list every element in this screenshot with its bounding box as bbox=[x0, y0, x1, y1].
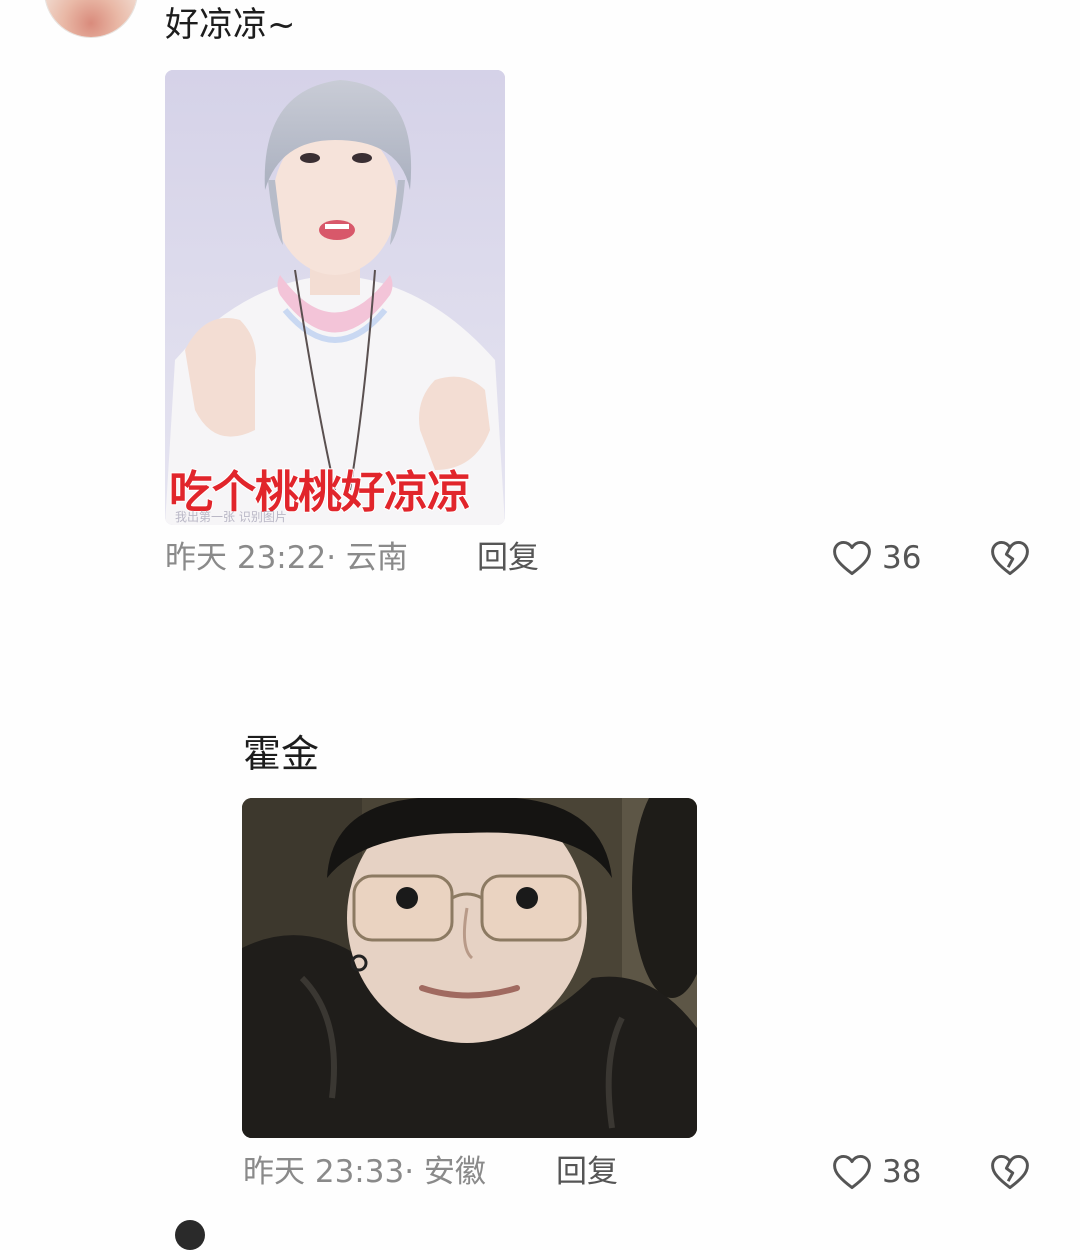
heart-outline-icon bbox=[830, 1150, 874, 1194]
comment-text: 霍金 bbox=[243, 732, 320, 776]
comment-meta: 昨天 23:33· 安徽 bbox=[243, 1152, 486, 1192]
like-count: 36 bbox=[882, 540, 922, 576]
comment-text: 好凉凉~ bbox=[165, 5, 296, 45]
like-button[interactable]: 38 bbox=[830, 1150, 921, 1194]
comment-image[interactable]: 吃个桃桃好凉凉 我出第一张 识别图片 bbox=[165, 70, 505, 525]
commenter-avatar[interactable] bbox=[45, 0, 137, 37]
heart-outline-icon bbox=[830, 536, 874, 580]
comment-meta: 昨天 23:22· 云南 bbox=[165, 538, 408, 578]
broken-heart-icon[interactable] bbox=[988, 1150, 1032, 1194]
comment-time: 昨天 23:33 bbox=[243, 1154, 405, 1190]
person-photo bbox=[242, 798, 697, 1138]
next-commenter-avatar[interactable] bbox=[175, 1220, 205, 1250]
comment-location: 云南 bbox=[345, 540, 408, 576]
image-watermark: 我出第一张 识别图片 bbox=[175, 510, 287, 524]
meta-separator: · bbox=[404, 1154, 415, 1190]
comment-image[interactable] bbox=[242, 798, 697, 1138]
meta-separator: · bbox=[326, 540, 337, 576]
comment-location: 安徽 bbox=[423, 1154, 486, 1190]
reply-button[interactable]: 回复 bbox=[556, 1152, 618, 1192]
comment-time: 昨天 23:22 bbox=[165, 540, 327, 576]
broken-heart-icon[interactable] bbox=[988, 536, 1032, 580]
like-button[interactable]: 36 bbox=[830, 536, 921, 580]
reply-button[interactable]: 回复 bbox=[477, 538, 539, 578]
like-count: 38 bbox=[882, 1154, 922, 1190]
